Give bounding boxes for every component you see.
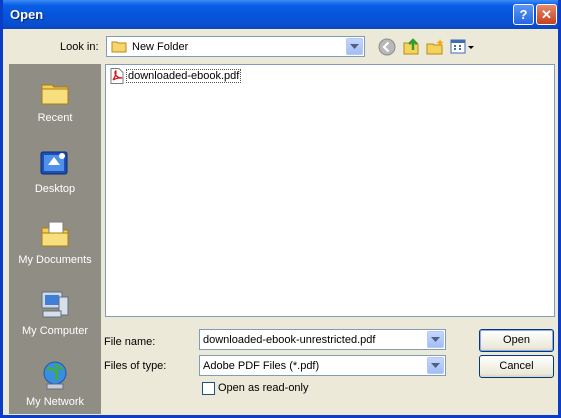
read-only-checkbox[interactable] (202, 382, 215, 395)
my-documents-icon (41, 221, 69, 247)
places-item-my-computer[interactable]: My Computer (9, 281, 101, 351)
places-item-label: Desktop (34, 183, 76, 195)
my-network-icon (43, 361, 67, 390)
my-computer-icon (41, 291, 69, 318)
places-item-label: My Computer (21, 325, 89, 337)
chevron-down-icon (431, 337, 440, 342)
places-item-desktop[interactable]: Desktop (9, 139, 101, 209)
places-item-my-documents[interactable]: My Documents (9, 210, 101, 280)
close-icon: ✕ (541, 7, 552, 22)
file-name-dropdown-button[interactable] (427, 331, 444, 348)
file-name-field[interactable]: downloaded-ebook-unrestricted.pdf (199, 329, 446, 350)
files-of-type-value: Adobe PDF Files (*.pdf) (203, 360, 320, 372)
places-bar: Recent Desktop My Documents My Computer … (9, 64, 101, 414)
window-title: Open (10, 7, 44, 22)
recent-icon (41, 84, 69, 105)
close-button[interactable]: ✕ (536, 4, 557, 25)
file-name-label: File name: (104, 336, 156, 348)
files-of-type-select[interactable]: Adobe PDF Files (*.pdf) (199, 355, 446, 376)
help-button[interactable]: ? (513, 4, 534, 25)
files-of-type-dropdown-button[interactable] (427, 357, 444, 374)
places-item-recent[interactable]: Recent (9, 68, 101, 138)
title-bar[interactable]: Open ? ✕ (3, 0, 558, 29)
look-in-dropdown-button[interactable] (346, 38, 363, 55)
file-list[interactable]: downloaded-ebook.pdf (105, 64, 555, 317)
file-name-text: downloaded-ebook.pdf (126, 69, 242, 83)
file-name-value: downloaded-ebook-unrestricted.pdf (203, 334, 376, 346)
cancel-button[interactable]: Cancel (479, 355, 554, 378)
files-of-type-label: Files of type: (104, 360, 167, 372)
look-in-label: Look in: (60, 41, 99, 53)
folder-icon (111, 41, 127, 53)
view-menu-icon[interactable] (449, 37, 475, 57)
pdf-file-icon (110, 68, 124, 84)
places-item-label: My Network (25, 396, 85, 408)
desktop-icon (40, 151, 68, 175)
places-item-label: Recent (37, 112, 73, 124)
open-button[interactable]: Open (479, 329, 554, 352)
look-in-value: New Folder (132, 41, 189, 53)
chevron-down-icon (431, 363, 440, 368)
look-in-combo[interactable]: New Folder (106, 36, 365, 57)
open-dialog: Open ? ✕ Look in: New Folder Recent Desk… (0, 0, 561, 418)
places-item-my-network[interactable]: My Network (9, 352, 101, 414)
read-only-label[interactable]: Open as read-only (218, 382, 309, 394)
places-item-label: My Documents (18, 254, 92, 266)
back-icon[interactable] (377, 37, 397, 57)
help-icon: ? (519, 7, 528, 22)
create-new-folder-icon[interactable] (425, 37, 445, 57)
chevron-down-icon (350, 44, 359, 49)
up-one-level-icon[interactable] (401, 37, 421, 57)
